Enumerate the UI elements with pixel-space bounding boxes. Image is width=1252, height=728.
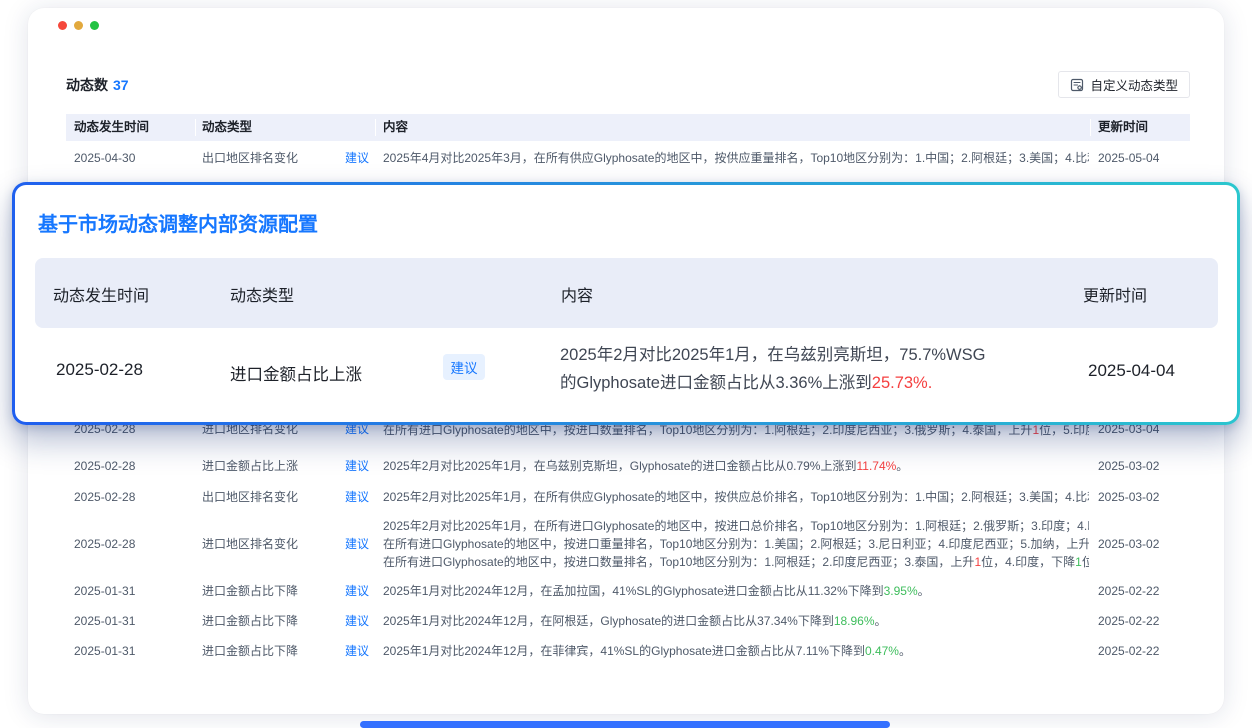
highlighted-value: 18.96% bbox=[834, 614, 875, 628]
content-line: 在所有进口Glyphosate的地区中，按进口数量排名，Top10地区分别为：1… bbox=[383, 553, 1089, 571]
content-text: 在所有进口Glyphosate的地区中，按进口数量排名，Top10地区分别为：1… bbox=[383, 555, 974, 569]
table-row[interactable]: 2025-01-31 进口金额占比下降 建议 2025-02-22 2025年1月对比2… bbox=[66, 609, 1190, 637]
suggestion-badge: 建议 bbox=[345, 642, 369, 660]
cell-update: 2025-05-04 bbox=[1098, 149, 1159, 167]
content-text: 2025年1月对比2024年12月，在阿根廷，Glyphosate的进口金额占比… bbox=[383, 614, 834, 628]
cell-content: 2025年1月对比2024年12月，在阿根廷，Glyphosate的进口金额占比… bbox=[383, 612, 1089, 630]
cell-content: 2025年2月对比2025年1月，在乌兹别克斯坦，Glyphosate的进口金额… bbox=[383, 457, 1089, 475]
cell-type: 进口金额占比下降 bbox=[202, 612, 298, 630]
cell-date: 2025-01-31 bbox=[74, 642, 135, 660]
cell-type: 进口金额占比下降 bbox=[202, 642, 298, 660]
suggestion-badge: 建议 bbox=[345, 582, 369, 600]
content-line: 2025年1月对比2024年12月，在菲律宾，41%SL的Glyphosate进… bbox=[383, 642, 1089, 660]
content-text: 。 bbox=[875, 614, 887, 628]
suggestion-badge: 建议 bbox=[345, 149, 369, 167]
callout-column-content: 内容 bbox=[561, 282, 593, 306]
cell-update: 2025-03-02 bbox=[1098, 535, 1159, 553]
cell-content: 2025年1月对比2024年12月，在孟加拉国，41%SL的Glyphosate… bbox=[383, 582, 1089, 600]
table-row[interactable]: 2025-02-28 进口金额占比上涨 建议 2025-03-02 2025年2月对比2… bbox=[66, 454, 1190, 482]
highlighted-value: 0.47% bbox=[865, 644, 899, 658]
cell-update: 2025-02-22 bbox=[1098, 642, 1159, 660]
cell-type: 出口地区排名变化 bbox=[202, 149, 298, 167]
content-text: 。 bbox=[899, 644, 911, 658]
suggestion-badge: 建议 bbox=[345, 612, 369, 630]
table-row[interactable]: 2025-04-30 出口地区排名变化 建议 2025-05-04 2025年4月对比2… bbox=[66, 146, 1190, 174]
content-text: 。 bbox=[896, 459, 908, 473]
content-line: 2025年2月对比2025年1月，在乌兹别克斯坦，Glyphosate的进口金额… bbox=[383, 457, 1089, 475]
callout-column-date: 动态发生时间 bbox=[53, 282, 149, 306]
callout-column-update: 更新时间 bbox=[1083, 282, 1147, 306]
content-text: 2025年4月对比2025年3月，在所有供应Glyphosate的地区中，按供应… bbox=[383, 151, 1089, 165]
cell-type: 进口地区排名变化 bbox=[202, 535, 298, 553]
callout-cell-update: 2025-04-04 bbox=[1088, 361, 1175, 381]
callout-panel: 基于市场动态调整内部资源配置 动态发生时间 动态类型 内容 更新时间 2025-… bbox=[15, 185, 1237, 422]
cell-content: 2025年4月对比2025年3月，在所有供应Glyphosate的地区中，按供应… bbox=[383, 149, 1089, 167]
content-text: 的Glyphosate进口金额占比从3.36%上涨到 bbox=[560, 374, 872, 392]
callout-cell-content: 2025年2月对比2025年1月，在乌兹别亮斯坦，75.7%WSG 的Glypho… bbox=[560, 341, 1070, 397]
callout-content-line: 的Glyphosate进口金额占比从3.36%上涨到25.73%. bbox=[560, 369, 1070, 397]
cell-type: 进口金额占比下降 bbox=[202, 582, 298, 600]
callout-table-header: 动态发生时间 动态类型 内容 更新时间 bbox=[35, 258, 1218, 328]
content-line: 2025年2月对比2025年1月，在所有供应Glyphosate的地区中，按供应… bbox=[383, 488, 1089, 506]
highlighted-value: 25.73%. bbox=[872, 374, 933, 392]
highlighted-value: 3.95% bbox=[884, 584, 918, 598]
cell-update: 2025-02-22 bbox=[1098, 612, 1159, 630]
cell-content: 2025年2月对比2025年1月，在所有进口Glyphosate的地区中，按进口… bbox=[383, 517, 1089, 571]
content-text: 2025年2月对比2025年1月，在乌兹别克斯坦，Glyphosate的进口金额… bbox=[383, 459, 856, 473]
suggestion-badge: 建议 bbox=[345, 457, 369, 475]
table-row[interactable]: 2025-02-28 出口地区排名变化 建议 2025-03-02 2025年2月对比2… bbox=[66, 485, 1190, 513]
content-text: 2025年2月对比2025年1月，在所有进口Glyphosate的地区中，按进口… bbox=[383, 519, 1089, 533]
suggestion-badge: 建议 bbox=[345, 488, 369, 506]
content-text: 位，5.印度，下降 bbox=[1039, 423, 1089, 437]
content-text: 2025年2月对比2025年1月，在所有供应Glyphosate的地区中，按供应… bbox=[383, 490, 1089, 504]
highlighted-value: 11.74% bbox=[856, 459, 896, 473]
content-text: 2025年1月对比2024年12月，在菲律宾，41%SL的Glyphosate进… bbox=[383, 644, 865, 658]
cell-update: 2025-03-02 bbox=[1098, 457, 1159, 475]
content-line: 2025年4月对比2025年3月，在所有供应Glyphosate的地区中，按供应… bbox=[383, 149, 1089, 167]
callout-content-line: 2025年2月对比2025年1月，在乌兹别亮斯坦，75.7%WSG bbox=[560, 341, 1070, 369]
cell-content: 2025年1月对比2024年12月，在菲律宾，41%SL的Glyphosate进… bbox=[383, 642, 1089, 660]
content-text: 在所有进口Glyphosate的地区中，按进口数量排名，Top10地区分别为：1… bbox=[383, 423, 1032, 437]
cell-date: 2025-01-31 bbox=[74, 612, 135, 630]
cell-content: 2025年2月对比2025年1月，在所有供应Glyphosate的地区中，按供应… bbox=[383, 488, 1089, 506]
cell-date: 2025-02-28 bbox=[74, 535, 135, 553]
cell-update: 2025-03-02 bbox=[1098, 488, 1159, 506]
table-row[interactable]: 2025-02-28 进口地区排名变化 建议 2025-03-02 2025年2月对比2… bbox=[66, 514, 1190, 578]
content-text: 2025年1月对比2024年12月，在孟加拉国，41%SL的Glyphosate… bbox=[383, 584, 884, 598]
suggestion-badge: 建议 bbox=[345, 535, 369, 553]
content-text: 位，5.俄罗斯... bbox=[1082, 555, 1089, 569]
highlighted-value: 1 bbox=[1075, 555, 1082, 569]
cell-date: 2025-02-28 bbox=[74, 488, 135, 506]
table-row[interactable]: 2025-01-31 进口金额占比下降 建议 2025-02-22 2025年1月对比2… bbox=[66, 639, 1190, 667]
content-line: 在所有进口Glyphosate的地区中，按进口重量排名，Top10地区分别为：1… bbox=[383, 535, 1089, 553]
cell-update: 2025-02-22 bbox=[1098, 582, 1159, 600]
suggestion-badge: 建议 bbox=[443, 354, 485, 380]
content-text: 2025年2月对比2025年1月，在乌兹别亮斯坦，75.7%WSG bbox=[560, 346, 985, 364]
callout-title: 基于市场动态调整内部资源配置 bbox=[38, 208, 318, 237]
content-line: 2025年2月对比2025年1月，在所有进口Glyphosate的地区中，按进口… bbox=[383, 517, 1089, 535]
cell-date: 2025-04-30 bbox=[74, 149, 135, 167]
table-row[interactable]: 2025-01-31 进口金额占比下降 建议 2025-02-22 2025年1月对比2… bbox=[66, 579, 1190, 607]
callout-cell-type: 进口金额占比上涨 bbox=[230, 361, 362, 385]
cell-date: 2025-02-28 bbox=[74, 457, 135, 475]
content-text: 位，4.印度，下降 bbox=[981, 555, 1075, 569]
highlight-callout: 基于市场动态调整内部资源配置 动态发生时间 动态类型 内容 更新时间 2025-… bbox=[12, 182, 1240, 425]
content-line: 2025年1月对比2024年12月，在孟加拉国，41%SL的Glyphosate… bbox=[383, 582, 1089, 600]
bottom-indicator bbox=[360, 721, 890, 728]
callout-column-type: 动态类型 bbox=[230, 282, 294, 306]
cell-type: 进口金额占比上涨 bbox=[202, 457, 298, 475]
content-line: 2025年1月对比2024年12月，在阿根廷，Glyphosate的进口金额占比… bbox=[383, 612, 1089, 630]
cell-type: 出口地区排名变化 bbox=[202, 488, 298, 506]
callout-cell-date: 2025-02-28 bbox=[56, 360, 143, 380]
cell-date: 2025-01-31 bbox=[74, 582, 135, 600]
content-text: 。 bbox=[918, 584, 930, 598]
content-text: 在所有进口Glyphosate的地区中，按进口重量排名，Top10地区分别为：1… bbox=[383, 537, 1089, 551]
